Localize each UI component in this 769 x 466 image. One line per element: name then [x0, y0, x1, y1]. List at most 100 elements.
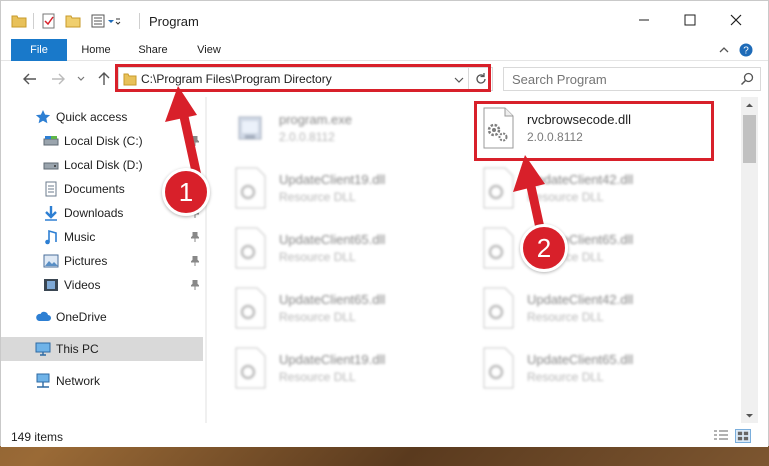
status-bar: 149 items: [1, 425, 768, 447]
step-2-badge: 2: [520, 224, 568, 272]
step-1-badge: 1: [162, 168, 210, 216]
pictures-icon: [43, 254, 59, 268]
up-button[interactable]: [95, 70, 113, 88]
sidebar-item-label: Local Disk (C:): [64, 134, 143, 148]
file-name: program.exe: [279, 112, 352, 127]
recent-locations-button[interactable]: [75, 70, 87, 88]
file-version: 2.0.0.8112: [279, 130, 335, 144]
back-button[interactable]: [21, 70, 39, 88]
properties-icon[interactable]: [41, 13, 57, 29]
file-highlight-box: [474, 101, 714, 161]
sidebar-item-label: OneDrive: [56, 310, 107, 324]
file-type: Resource DLL: [527, 190, 604, 204]
ribbon-tabs: File Home Share View ?: [1, 39, 768, 61]
details-view-icon[interactable]: [713, 429, 729, 443]
dll-gear-icon: [235, 227, 266, 269]
file-item-dll[interactable]: UpdateClient19.dll Resource DLL: [233, 343, 473, 397]
search-box[interactable]: [503, 67, 761, 91]
pin-icon[interactable]: [191, 280, 199, 290]
drive-icon: [43, 162, 59, 170]
pin-icon[interactable]: [191, 256, 199, 266]
sidebar-item-pictures[interactable]: Pictures: [1, 249, 203, 273]
sidebar-item-local-disk-c[interactable]: Local Disk (C:): [1, 129, 203, 153]
star-icon: [35, 110, 51, 124]
maximize-button[interactable]: [667, 1, 713, 39]
file-item-dll[interactable]: UpdateClient65.dll Resource DLL: [481, 343, 721, 397]
file-type: Resource DLL: [279, 370, 356, 384]
tab-file[interactable]: File: [11, 39, 67, 61]
cloud-icon: [36, 311, 51, 321]
dll-gear-icon: [483, 347, 514, 389]
customize-toolbar-icon[interactable]: [91, 13, 121, 29]
file-item-dll[interactable]: UpdateClient65.dll Resource DLL: [233, 283, 473, 337]
search-input[interactable]: [504, 68, 734, 90]
tab-view[interactable]: View: [187, 39, 231, 61]
file-type: Resource DLL: [527, 370, 604, 384]
file-item-dll[interactable]: UpdateClient65.dll Resource DLL: [481, 223, 721, 277]
documents-icon: [45, 181, 57, 197]
sidebar-item-network[interactable]: Network: [1, 369, 203, 393]
search-icon[interactable]: [740, 72, 754, 86]
sidebar-item-videos[interactable]: Videos: [1, 273, 203, 297]
drive-icon: [43, 136, 59, 146]
sidebar-item-onedrive[interactable]: OneDrive: [1, 305, 203, 329]
minimize-button[interactable]: [621, 1, 667, 39]
tab-share[interactable]: Share: [129, 39, 177, 61]
dll-gear-icon: [235, 347, 266, 389]
file-name: UpdateClient65.dll: [527, 352, 634, 367]
arrow-right-icon: [52, 73, 65, 85]
file-item-program-exe[interactable]: program.exe 2.0.0.8112: [233, 103, 473, 157]
file-item-dll[interactable]: UpdateClient19.dll Resource DLL: [233, 163, 473, 217]
chevron-down-icon: [77, 76, 85, 81]
dll-gear-icon: [235, 287, 266, 329]
folder-icon: [11, 15, 27, 28]
file-name: UpdateClient65.dll: [279, 292, 386, 307]
scrollbar-thumb[interactable]: [743, 115, 756, 163]
sidebar-item-label: Pictures: [64, 254, 108, 268]
sidebar-item-label: Documents: [64, 182, 125, 196]
file-name: UpdateClient65.dll: [279, 232, 386, 247]
file-item-dll[interactable]: UpdateClient65.dll Resource DLL: [233, 223, 473, 277]
pin-icon[interactable]: [191, 136, 199, 146]
sidebar-item-label: Network: [56, 374, 101, 388]
file-item-dll[interactable]: UpdateClient42.dll Resource DLL: [481, 163, 721, 217]
file-type: Resource DLL: [279, 190, 356, 204]
arrow-left-icon: [23, 73, 36, 85]
dll-gear-icon: [483, 287, 514, 329]
sidebar-divider[interactable]: [205, 97, 207, 423]
music-icon: [45, 229, 57, 245]
sidebar-item-this-pc[interactable]: This PC: [1, 337, 203, 361]
address-highlight-box: [115, 64, 491, 92]
sidebar-item-music[interactable]: Music: [1, 225, 203, 249]
title-separator: [33, 13, 34, 29]
vertical-scrollbar[interactable]: [741, 97, 758, 423]
file-item-dll[interactable]: UpdateClient42.dll Resource DLL: [481, 283, 721, 337]
dll-gear-icon: [483, 167, 514, 209]
minimize-icon: [639, 19, 649, 21]
file-name: UpdateClient42.dll: [527, 172, 634, 187]
pin-icon[interactable]: [191, 232, 199, 242]
forward-button[interactable]: [49, 70, 67, 88]
large-icons-view-icon[interactable]: [735, 429, 751, 443]
title-bar: Program: [1, 1, 768, 39]
sidebar-item-quick-access[interactable]: Quick access: [1, 105, 203, 129]
sidebar-item-label: Videos: [64, 278, 101, 292]
exe-icon: [238, 116, 262, 140]
tab-home[interactable]: Home: [73, 39, 119, 61]
file-name: UpdateClient19.dll: [279, 172, 386, 187]
scroll-down-icon[interactable]: [745, 411, 754, 420]
new-folder-icon[interactable]: [65, 13, 81, 29]
help-icon[interactable]: ?: [739, 43, 753, 57]
computer-icon: [35, 342, 51, 356]
file-name: UpdateClient42.dll: [527, 292, 634, 307]
close-button[interactable]: [713, 1, 759, 39]
navigation-pane: Quick access Local Disk (C:) Local Disk …: [1, 97, 207, 425]
svg-text:?: ?: [743, 46, 749, 57]
sidebar-item-label: This PC: [56, 342, 99, 356]
scroll-up-icon[interactable]: [745, 101, 754, 110]
expand-ribbon-icon[interactable]: [717, 43, 731, 57]
network-icon: [36, 373, 50, 388]
dll-gear-icon: [483, 227, 514, 269]
maximize-icon: [684, 14, 696, 26]
item-count: 149 items: [11, 430, 64, 444]
